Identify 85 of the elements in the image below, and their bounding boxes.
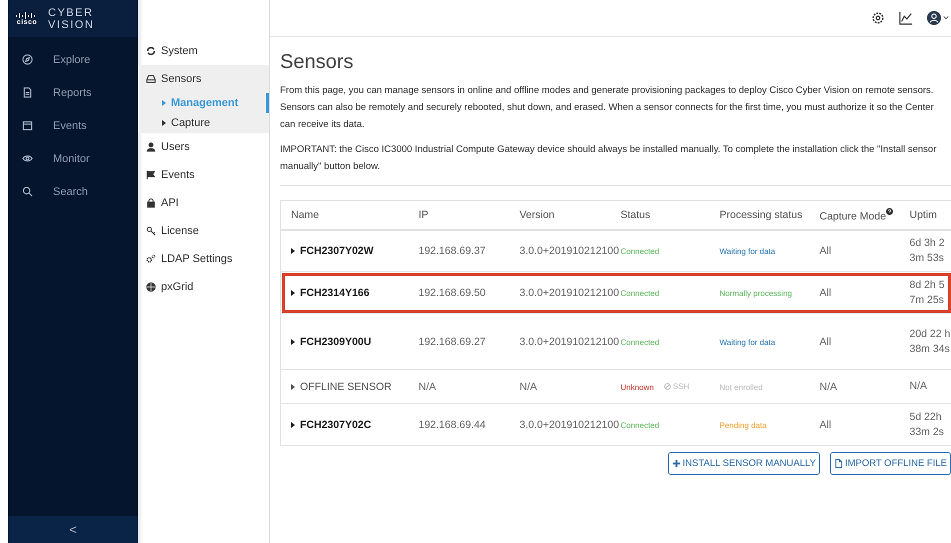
page-title: Sensors [280, 51, 354, 74]
column-header: Name [291, 208, 320, 221]
sensor-name[interactable]: FCH2307Y02W [291, 244, 374, 257]
action-button[interactable]: INSTALL SENSOR MANUALLY [668, 452, 820, 475]
sensor-name[interactable]: OFFLINE SENSOR [291, 380, 392, 392]
user-icon [146, 142, 156, 152]
drive-icon [146, 74, 156, 84]
gears-icon [146, 254, 156, 264]
file-icon [834, 459, 843, 468]
table-cell-text: 5d 22h 33m 2s [910, 410, 945, 440]
refresh-icon [146, 46, 156, 56]
status-label: Connected [620, 246, 660, 256]
table-cell: 192.168.69.27 [418, 336, 486, 348]
column-header: Processing status [720, 208, 802, 221]
settings-menu-item[interactable]: Events [138, 161, 269, 189]
settings-menu-item[interactable]: Sensors [138, 65, 269, 93]
collapse-button[interactable]: < [8, 516, 138, 543]
sensor-name[interactable]: FCH2307Y02C [291, 418, 372, 430]
table-cell: All [820, 418, 832, 430]
table-cell: 3.0.0+201910212100 [520, 418, 620, 430]
lock-icon [146, 198, 156, 208]
status-label: Connected [620, 338, 660, 346]
status-label: Unknown [620, 382, 654, 392]
eye-icon [22, 153, 33, 164]
column-header: Capture Mode [820, 210, 886, 222]
settings-icon[interactable] [871, 11, 885, 25]
column-header: Status [620, 208, 650, 221]
nav-item[interactable]: Events [8, 109, 138, 142]
flag-icon [146, 170, 156, 180]
table-cell-text: 6d 3h 2 3m 53s [910, 236, 946, 266]
key-icon [146, 226, 156, 236]
plus-icon [672, 459, 681, 468]
settings-menu-item[interactable]: License [138, 217, 269, 245]
table-cell: 192.168.69.44 [418, 418, 486, 430]
globe-icon [146, 282, 156, 292]
processing-status: Pending data [720, 420, 767, 430]
user-menu[interactable] [927, 11, 949, 25]
processing-status: Waiting for data [720, 246, 776, 256]
help-icon [886, 208, 894, 214]
table-cell-text: 8d 2h 5 7m 25s [910, 278, 946, 308]
processing-status: Normally processing [720, 288, 792, 298]
table-cell: N/A [418, 380, 436, 392]
ssh-badge: SSH [664, 382, 690, 390]
settings-submenu-item[interactable]: Capture [138, 113, 269, 133]
product-name: CYBER VISION [48, 6, 96, 30]
caret-icon [943, 15, 949, 21]
avatar-icon [927, 11, 941, 25]
paragraph: From this page, you can manage sensors in online and offline modes and generate provisioning packages to deploy Cisco Cyber Vision on remote sensors. Sensors can also be remotely and securely rebooted, shut down, and erased. When a sensor connects for the first time, you must authorize it so the Center can receive its data. [280, 84, 935, 132]
table-cell: N/A [820, 380, 838, 392]
table-cell: 192.168.69.37 [418, 244, 486, 257]
status-label: Connected [620, 288, 660, 298]
compass-icon [22, 54, 33, 65]
settings-menu-item[interactable]: System [138, 37, 269, 65]
table-cell-text: N/A [910, 379, 928, 394]
column-header: Uptim [910, 208, 937, 221]
chart-icon[interactable] [899, 11, 913, 25]
settings-menu-item[interactable]: Users [138, 133, 269, 161]
action-button[interactable]: IMPORT OFFLINE FILE [830, 452, 951, 475]
settings-menu-item[interactable]: pxGrid [138, 273, 269, 301]
processing-status: Not enrolled [720, 382, 763, 392]
document-icon [22, 87, 33, 98]
settings-menu-item[interactable]: API [138, 189, 269, 217]
table-cell: 3.0.0+201910212100 [520, 336, 620, 348]
sensor-name[interactable]: FCH2309Y00U [291, 336, 372, 348]
status-label: Connected [620, 420, 660, 430]
column-header: IP [418, 208, 428, 221]
table-cell: 3.0.0+201910212100 [520, 244, 620, 257]
table-cell: All [820, 336, 832, 348]
nav-item[interactable]: Monitor [8, 142, 138, 175]
paragraph: IMPORTANT: the Cisco IC3000 Industrial Compute Gateway device should always be installed manually. To complete the installation click the "Install sensor manually" button below. [280, 143, 938, 174]
settings-menu-item[interactable]: LDAP Settings [138, 245, 269, 273]
column-header: Version [520, 208, 555, 221]
nav-item[interactable]: Explore [8, 43, 138, 76]
table-cell: All [820, 244, 832, 257]
nav-item[interactable]: Reports [8, 76, 138, 109]
nav-item[interactable]: Search [8, 175, 138, 208]
sensor-name[interactable]: FCH2314Y166 [291, 286, 370, 298]
table-cell: All [820, 286, 832, 298]
processing-status: Waiting for data [720, 338, 776, 346]
table-cell: 20d 22 h 38m 34s [910, 326, 951, 356]
table-cell: 192.168.69.50 [418, 286, 486, 298]
search-icon [22, 186, 33, 197]
table-cell: N/A [520, 380, 538, 392]
calendar-icon [22, 120, 33, 131]
table-cell: 3.0.0+201910212100 [520, 286, 620, 298]
